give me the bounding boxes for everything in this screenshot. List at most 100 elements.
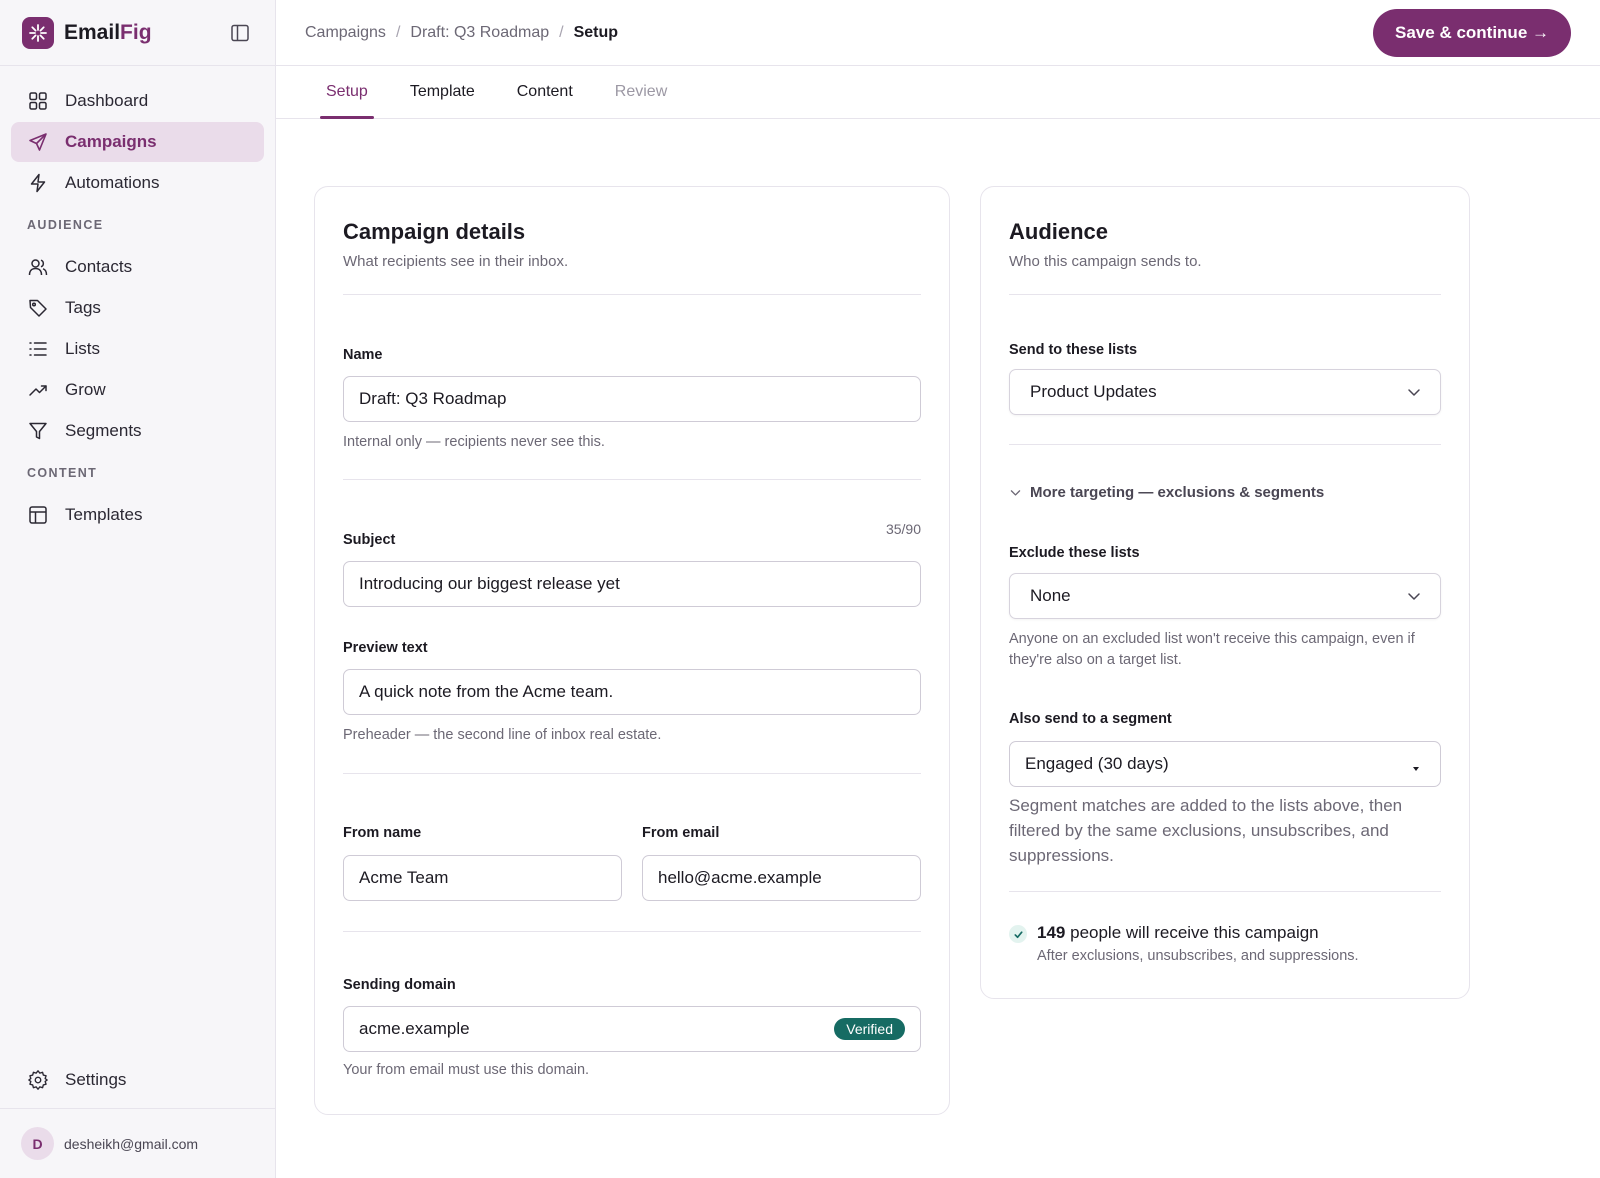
sidebar-item-label: Lists bbox=[65, 339, 100, 358]
sidebar-item-label: Campaigns bbox=[65, 132, 157, 151]
chevron-down-icon bbox=[1406, 588, 1422, 609]
sidebar-item-templates[interactable]: Templates bbox=[11, 495, 264, 535]
sidebar-item-contacts[interactable]: Contacts bbox=[11, 247, 264, 287]
send-lists-select[interactable]: Product Updates bbox=[1009, 369, 1441, 415]
sidebar-toggle-icon[interactable] bbox=[229, 22, 251, 44]
users-icon bbox=[27, 256, 49, 278]
divider bbox=[1009, 294, 1441, 295]
sidebar-item-grow[interactable]: Grow bbox=[11, 370, 264, 410]
caret-down-icon bbox=[1410, 759, 1422, 779]
more-targeting-label: More targeting — exclusions & segments bbox=[1030, 484, 1325, 501]
breadcrumb-separator: / bbox=[559, 23, 564, 41]
sidebar-item-label: Contacts bbox=[65, 257, 133, 276]
tab-setup[interactable]: Setup bbox=[320, 66, 374, 119]
sidebar-section-audience: AUDIENCE bbox=[27, 218, 104, 232]
sidebar-item-settings[interactable]: Settings bbox=[11, 1060, 264, 1100]
sidebar-item-label: Segments bbox=[65, 421, 142, 440]
top-header: Campaigns / Draft: Q3 Roadmap / Setup Sa… bbox=[276, 0, 1600, 66]
segment-value: Engaged (30 days) bbox=[1025, 754, 1169, 773]
preview-text-label: Preview text bbox=[343, 640, 428, 656]
name-help: Internal only — recipients never see thi… bbox=[343, 434, 605, 450]
from-name-label: From name bbox=[343, 825, 422, 841]
check-icon bbox=[1009, 925, 1027, 943]
recipients-subtext: After exclusions, unsubscribes, and supp… bbox=[1037, 948, 1359, 964]
audience-title: Audience bbox=[1009, 219, 1109, 244]
sending-domain-help: Your from email must use this domain. bbox=[343, 1062, 590, 1078]
recipients-summary: 149 people will receive this campaign Af… bbox=[1009, 923, 1359, 964]
breadcrumb-item-draft[interactable]: Draft: Q3 Roadmap bbox=[410, 24, 549, 42]
sending-domain-value: acme.example bbox=[359, 1019, 470, 1038]
sidebar-item-label: Grow bbox=[65, 380, 106, 399]
chevron-down-icon bbox=[1406, 384, 1422, 405]
sidebar-item-label: Tags bbox=[65, 298, 101, 317]
tab-content[interactable]: Content bbox=[517, 66, 573, 118]
sidebar-item-label: Dashboard bbox=[65, 91, 149, 110]
segment-label: Also send to a segment bbox=[1009, 711, 1172, 727]
sidebar-item-segments[interactable]: Segments bbox=[11, 411, 264, 451]
breadcrumb-separator: / bbox=[395, 23, 401, 41]
sidebar-item-campaigns[interactable]: Campaigns bbox=[11, 122, 264, 162]
exclude-lists-help: Anyone on an excluded list won't receive… bbox=[1009, 631, 1415, 668]
user-account[interactable]: D desheikh@gmail.com bbox=[0, 1108, 275, 1178]
step-tabs: Setup Template Content Review bbox=[276, 66, 1600, 119]
from-name-input[interactable]: Acme Team bbox=[343, 855, 622, 901]
campaign-name-input[interactable]: Draft: Q3 Roadmap bbox=[343, 376, 921, 422]
save-continue-button[interactable]: Save & continue → bbox=[1373, 9, 1571, 57]
template-icon bbox=[27, 504, 49, 526]
sidebar-item-tags[interactable]: Tags bbox=[11, 288, 264, 328]
exclude-lists-value: None bbox=[1030, 586, 1071, 605]
gear-icon bbox=[27, 1069, 49, 1091]
exclude-lists-label: Exclude these lists bbox=[1009, 545, 1140, 561]
divider bbox=[1009, 891, 1441, 892]
list-icon bbox=[27, 338, 49, 360]
audience-card: Audience Who this campaign sends to. Sen… bbox=[980, 186, 1470, 999]
sidebar-item-label: Settings bbox=[65, 1070, 127, 1089]
breadcrumb: Campaigns / Draft: Q3 Roadmap / Setup bbox=[305, 24, 618, 42]
app-name: EmailFig bbox=[64, 20, 152, 44]
divider bbox=[343, 479, 921, 480]
filter-icon bbox=[27, 420, 49, 442]
tag-icon bbox=[27, 297, 49, 319]
sidebar-item-automations[interactable]: Automations bbox=[11, 163, 264, 203]
tab-review: Review bbox=[614, 83, 668, 100]
divider bbox=[343, 294, 921, 295]
audience-subtitle: Who this campaign sends to. bbox=[1009, 253, 1202, 270]
sending-domain-label: Sending domain bbox=[343, 977, 456, 993]
preview-text-help: Preheader — the second line of inbox rea… bbox=[343, 727, 662, 743]
preview-text-input[interactable]: A quick note from the Acme team. bbox=[343, 669, 921, 715]
breadcrumb-item-current: Setup bbox=[573, 23, 619, 41]
recipients-count: 149 bbox=[1037, 923, 1066, 942]
subject-input[interactable]: Introducing our biggest release yet bbox=[343, 561, 921, 607]
sidebar-settings: Settings bbox=[0, 1059, 275, 1101]
trending-up-icon bbox=[27, 379, 49, 401]
exclude-lists-select[interactable]: None bbox=[1009, 573, 1441, 619]
segment-select[interactable]: Engaged (30 days) bbox=[1009, 741, 1441, 787]
breadcrumb-item-campaigns[interactable]: Campaigns bbox=[305, 24, 386, 42]
user-email: desheikh@gmail.com bbox=[64, 1135, 199, 1152]
sidebar-section-content: CONTENT bbox=[27, 466, 98, 480]
divider bbox=[1009, 444, 1441, 445]
subject-char-counter: 35/90 bbox=[885, 521, 921, 537]
sidebar: EmailFig Dashboard Campaigns Automations bbox=[0, 0, 276, 1178]
campaign-details-subtitle: What recipients see in their inbox. bbox=[343, 253, 569, 270]
sidebar-nav: Dashboard Campaigns Automations AUDIENCE… bbox=[0, 66, 275, 535]
send-lists-value: Product Updates bbox=[1030, 382, 1157, 401]
from-email-input[interactable]: hello@acme.example bbox=[642, 855, 921, 901]
tab-template[interactable]: Template bbox=[410, 66, 475, 118]
verified-badge: Verified bbox=[834, 1018, 905, 1040]
more-targeting-toggle[interactable]: More targeting — exclusions & segments bbox=[1009, 484, 1324, 501]
recipients-text: 149 people will receive this campaign bbox=[1037, 923, 1319, 942]
sidebar-item-label: Automations bbox=[65, 173, 160, 192]
sidebar-item-dashboard[interactable]: Dashboard bbox=[11, 81, 264, 121]
brand: EmailFig bbox=[0, 0, 275, 66]
sending-domain-field[interactable]: acme.example Verified bbox=[343, 1006, 921, 1052]
name-label: Name bbox=[343, 347, 383, 363]
avatar: D bbox=[21, 1127, 54, 1160]
send-icon bbox=[27, 131, 49, 153]
campaign-details-title: Campaign details bbox=[343, 219, 526, 244]
chevron-down-icon bbox=[1009, 486, 1023, 499]
emailfig-logo-icon[interactable] bbox=[22, 16, 54, 49]
sidebar-item-lists[interactable]: Lists bbox=[11, 329, 264, 369]
divider bbox=[343, 931, 921, 932]
subject-label: Subject bbox=[343, 532, 396, 548]
